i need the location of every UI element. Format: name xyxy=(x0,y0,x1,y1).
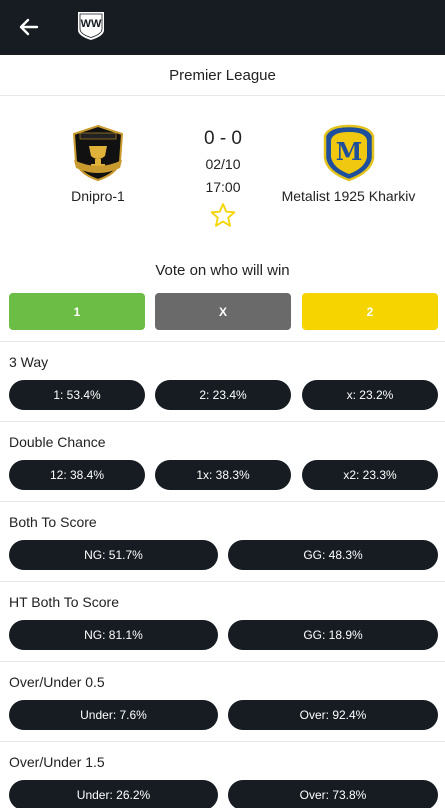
market-title: Both To Score xyxy=(9,514,97,530)
market-option-button[interactable]: 1: 53.4% xyxy=(9,380,145,410)
market-both-to-score: Both To Score NG: 51.7% GG: 48.3% xyxy=(0,501,445,581)
match-time: 17:00 xyxy=(205,179,241,195)
market-option-button[interactable]: Under: 26.2% xyxy=(9,780,218,808)
market-title: 3 Way xyxy=(9,354,49,370)
market-option-button[interactable]: Over: 92.4% xyxy=(228,700,438,730)
market-over-under-1-5: Over/Under 1.5 Under: 26.2% Over: 73.8% xyxy=(0,741,445,808)
market-double-chance: Double Chance 12: 38.4% 1x: 38.3% x2: 23… xyxy=(0,421,445,501)
market-over-under-0-5: Over/Under 0.5 Under: 7.6% Over: 92.4% xyxy=(0,661,445,741)
away-team[interactable]: M Metalist 1925 Kharkiv xyxy=(276,124,421,204)
vote-title: Vote on who will win xyxy=(155,262,290,279)
logo-text: WW xyxy=(81,18,102,30)
league-title: Premier League xyxy=(0,56,445,96)
app-bar: WW xyxy=(0,0,445,55)
market-option-button[interactable]: x2: 23.3% xyxy=(302,460,438,490)
market-option-button[interactable]: GG: 48.3% xyxy=(228,540,438,570)
metalist-1925-crest-icon: M xyxy=(323,124,374,182)
market-option-button[interactable]: NG: 51.7% xyxy=(9,540,218,570)
vote-home-button[interactable]: 1 xyxy=(9,293,145,330)
away-crest-letter: M xyxy=(335,137,362,166)
market-option-button[interactable]: 12: 38.4% xyxy=(9,460,145,490)
vote-draw-button[interactable]: X xyxy=(155,293,291,330)
away-team-name: Metalist 1925 Kharkiv xyxy=(281,188,416,204)
home-team-name: Dnipro-1 xyxy=(71,188,125,204)
match-date: 02/10 xyxy=(205,156,241,172)
market-3-way: 3 Way 1: 53.4% 2: 23.4% x: 23.2% xyxy=(0,341,445,421)
market-title: Over/Under 0.5 xyxy=(9,674,105,690)
market-title: Double Chance xyxy=(9,434,106,450)
dnipro-1-crest-icon xyxy=(72,124,124,182)
market-option-button[interactable]: 1x: 38.3% xyxy=(155,460,291,490)
market-ht-both-to-score: HT Both To Score NG: 81.1% GG: 18.9% xyxy=(0,581,445,661)
market-option-button[interactable]: x: 23.2% xyxy=(302,380,438,410)
market-option-button[interactable]: Under: 7.6% xyxy=(9,700,218,730)
back-button[interactable] xyxy=(12,10,46,44)
home-team[interactable]: Dnipro-1 xyxy=(48,124,148,204)
star-outline-icon[interactable] xyxy=(210,202,236,228)
market-option-button[interactable]: GG: 18.9% xyxy=(228,620,438,650)
ww-shield-logo-icon[interactable]: WW xyxy=(76,9,106,41)
match-score: 0 - 0 xyxy=(203,128,243,149)
market-option-button[interactable]: Over: 73.8% xyxy=(228,780,438,808)
market-option-button[interactable]: NG: 81.1% xyxy=(9,620,218,650)
market-title: HT Both To Score xyxy=(9,594,119,610)
market-option-button[interactable]: 2: 23.4% xyxy=(155,380,291,410)
arrow-left-icon xyxy=(19,18,39,36)
vote-away-button[interactable]: 2 xyxy=(302,293,438,330)
market-title: Over/Under 1.5 xyxy=(9,754,105,770)
